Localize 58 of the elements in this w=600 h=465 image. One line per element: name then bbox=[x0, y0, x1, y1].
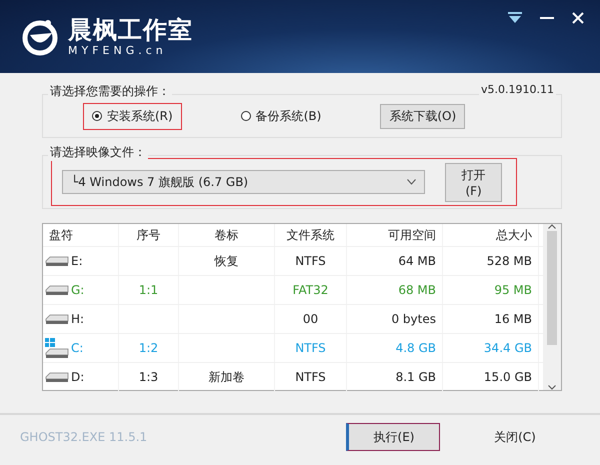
table-cell: 4.8 GB bbox=[347, 334, 443, 362]
table-cell: 新加卷 bbox=[179, 363, 275, 391]
table-cell: 1:1 bbox=[119, 276, 179, 304]
drive-letter: C: bbox=[71, 341, 84, 355]
open-button[interactable]: 打开(F) bbox=[445, 162, 502, 202]
table-cell: 95 MB bbox=[443, 276, 539, 304]
partition-row[interactable]: D: 1:3 新加卷 NTFS 8.1 GB 15.0 GB bbox=[43, 363, 543, 392]
close-icon[interactable] bbox=[572, 12, 584, 24]
drive-icon bbox=[45, 284, 69, 296]
column-header[interactable]: 序号 bbox=[119, 224, 179, 246]
partition-row[interactable]: G: 1:1 FAT32 68 MB 95 MB bbox=[43, 276, 543, 305]
table-cell: 64 MB bbox=[347, 247, 443, 275]
brand-domain: MYFENG.cn bbox=[68, 44, 168, 57]
scroll-up-icon[interactable] bbox=[548, 224, 556, 229]
group-label: 请选择您需要的操作： bbox=[48, 83, 172, 100]
table-cell: 15.0 GB bbox=[443, 363, 539, 391]
group-label: 请选择映像文件： bbox=[48, 144, 148, 161]
drive-letter: D: bbox=[71, 370, 84, 384]
radio-option[interactable]: 安装系统(R) bbox=[83, 102, 182, 130]
column-header[interactable]: 可用空间 bbox=[347, 224, 443, 246]
drive-icon bbox=[45, 372, 69, 382]
drive-icon bbox=[45, 256, 69, 266]
scroll-down-icon[interactable] bbox=[548, 385, 556, 390]
scrollbar[interactable] bbox=[543, 224, 561, 390]
system-drive-icon bbox=[45, 338, 69, 358]
drive-letter: E: bbox=[71, 254, 83, 268]
drive-letter: G: bbox=[71, 283, 84, 297]
table-cell: 528 MB bbox=[443, 247, 539, 275]
execute-button[interactable]: 执行(E) bbox=[346, 423, 440, 451]
table-cell: 16 MB bbox=[443, 305, 539, 333]
chevron-down-icon bbox=[407, 179, 416, 185]
radio-option[interactable]: 备份系统(B) bbox=[232, 102, 330, 130]
close-button[interactable]: 关闭(C) bbox=[480, 423, 550, 451]
partition-row[interactable]: H: 00 0 bytes 16 MB bbox=[43, 305, 543, 334]
column-header[interactable]: 盘符 bbox=[43, 224, 119, 246]
dropdown-menu-icon[interactable] bbox=[508, 12, 522, 24]
table-cell: 34.4 GB bbox=[443, 334, 539, 362]
table-cell: NTFS bbox=[275, 334, 347, 362]
table-cell: 1:2 bbox=[119, 334, 179, 362]
column-header[interactable]: 总大小 bbox=[443, 224, 539, 246]
partition-row[interactable]: E: 恢复 NTFS 64 MB 528 MB bbox=[43, 247, 543, 276]
column-header[interactable]: 文件系统 bbox=[275, 224, 347, 246]
image-dropdown[interactable]: └4 Windows 7 旗舰版 (6.7 GB) bbox=[62, 170, 426, 194]
column-header[interactable]: 卷标 bbox=[179, 224, 275, 246]
drive-letter: H: bbox=[71, 312, 84, 326]
download-button[interactable]: 系统下载(O) bbox=[380, 104, 466, 128]
table-cell: NTFS bbox=[275, 247, 347, 275]
table-cell: 00 bbox=[275, 305, 347, 333]
table-cell: 1:3 bbox=[119, 363, 179, 391]
engine-version: GHOST32.EXE 11.5.1 bbox=[20, 430, 148, 444]
table-cell: FAT32 bbox=[275, 276, 347, 304]
table-cell: NTFS bbox=[275, 363, 347, 391]
drive-icon bbox=[45, 314, 69, 324]
table-cell: 8.1 GB bbox=[347, 363, 443, 391]
table-cell: 0 bytes bbox=[347, 305, 443, 333]
table-cell: 恢复 bbox=[179, 247, 275, 275]
table-cell: 68 MB bbox=[347, 276, 443, 304]
brand-name: 晨枫工作室 bbox=[68, 16, 193, 44]
